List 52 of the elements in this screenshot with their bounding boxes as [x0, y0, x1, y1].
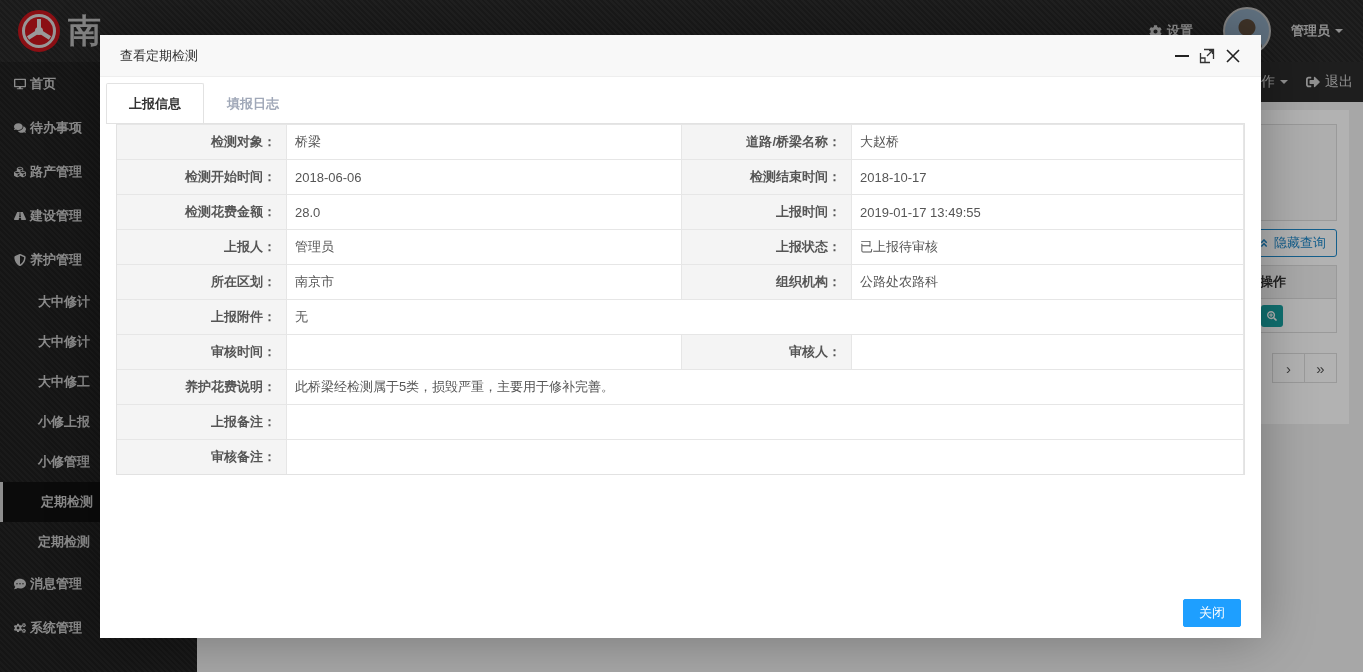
field-label: 所在区划： — [117, 265, 287, 299]
logout-icon — [1306, 75, 1320, 89]
field-value: 无 — [287, 300, 1244, 334]
user-menu[interactable]: 管理员 — [1291, 22, 1343, 40]
field-value: 公路处农路科 — [852, 265, 1244, 299]
pagination-button[interactable]: › — [1272, 353, 1305, 383]
monitor-icon — [14, 78, 26, 90]
field-value: 2018-10-17 — [852, 160, 1244, 194]
road-icon — [14, 210, 26, 222]
field-label: 上报附件： — [117, 300, 287, 334]
zoom-button[interactable] — [1261, 304, 1283, 327]
field-label: 检测开始时间： — [117, 160, 287, 194]
field-label: 审核时间： — [117, 335, 287, 369]
close-dialog-button[interactable] — [1225, 47, 1241, 64]
minimize-icon — [1175, 54, 1189, 57]
pagination-button[interactable]: » — [1304, 353, 1337, 383]
field-value: 大赵桥 — [852, 125, 1244, 159]
field-label: 检测花费金额： — [117, 195, 287, 229]
logo-icon — [18, 10, 60, 52]
dialog-title: 查看定期检测 — [120, 46, 199, 65]
close-button[interactable]: 关闭 — [1183, 599, 1241, 627]
actions-menu[interactable]: 作 — [1261, 73, 1288, 91]
field-label: 组织机构： — [682, 265, 852, 299]
field-label: 检测结束时间： — [682, 160, 852, 194]
maximize-button[interactable] — [1199, 47, 1215, 64]
gears-icon — [14, 622, 26, 634]
field-value: 此桥梁经检测属于5类，损毁严重，主要用于修补完善。 — [287, 370, 1244, 404]
logout-link[interactable]: 退出 — [1306, 73, 1353, 91]
field-label: 检测对象： — [117, 125, 287, 159]
field-label: 上报人： — [117, 230, 287, 264]
shield-icon — [14, 254, 26, 266]
field-label: 道路/桥梁名称： — [682, 125, 852, 159]
field-label: 上报备注： — [117, 405, 287, 439]
app-title: 南 — [68, 10, 101, 51]
field-value: 已上报待审核 — [852, 230, 1244, 264]
chat-icon — [14, 122, 26, 134]
zoom-in-icon — [1267, 310, 1277, 321]
sidebar-item[interactable]: 系统管理 — [0, 606, 197, 650]
field-label: 上报时间： — [682, 195, 852, 229]
chevron-up-icon — [1259, 238, 1269, 248]
cubes-icon — [14, 166, 26, 178]
field-label: 审核人： — [682, 335, 852, 369]
field-label: 养护花费说明： — [117, 370, 287, 404]
field-label: 审核备注： — [117, 440, 287, 474]
field-label: 上报状态： — [682, 230, 852, 264]
caret-icon — [1280, 80, 1288, 84]
chat-icon — [14, 578, 26, 590]
field-value: 2019-01-17 13:49:55 — [852, 195, 1244, 229]
caret-icon — [1335, 29, 1343, 33]
tab[interactable]: 上报信息 — [106, 83, 204, 123]
minimize-button[interactable] — [1175, 54, 1189, 57]
sidebar-item[interactable]: 消息管理 — [0, 562, 197, 606]
